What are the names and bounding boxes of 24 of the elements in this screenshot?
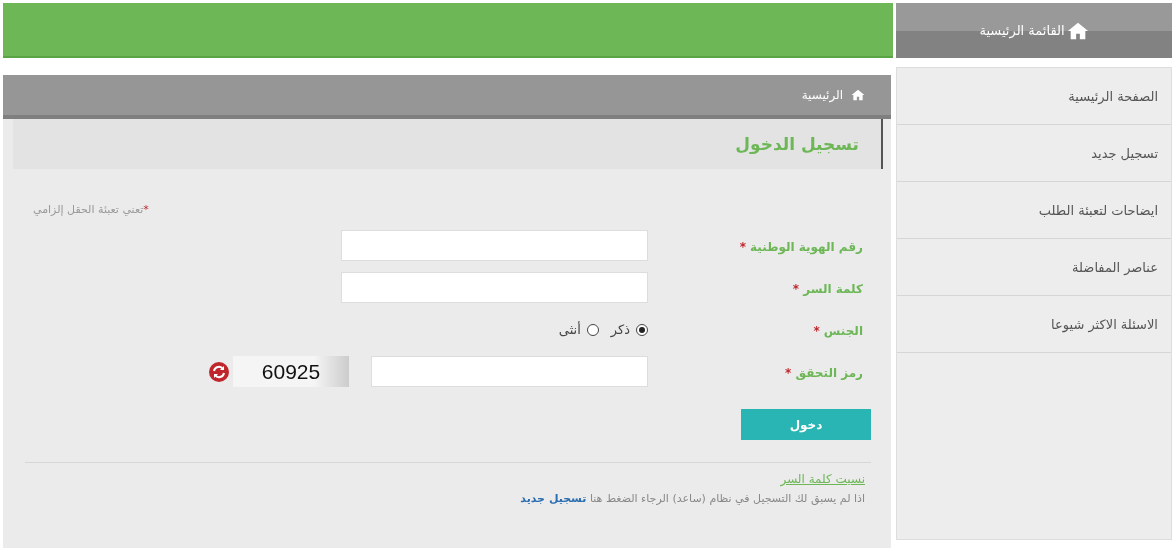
field-label: الجنس * bbox=[813, 324, 863, 338]
required-note: * تعني تعبئة الحقل إلزامي bbox=[33, 203, 149, 216]
radio-label: أنثى bbox=[558, 322, 581, 337]
page-title: تسجيل الدخول bbox=[735, 134, 859, 154]
sidebar-item[interactable]: تسجيل جديد bbox=[897, 125, 1171, 182]
radio-button[interactable] bbox=[636, 323, 648, 336]
home-icon bbox=[851, 88, 865, 102]
id-number-field[interactable] bbox=[341, 230, 648, 261]
captcha-field[interactable] bbox=[371, 356, 648, 387]
sidebar-item[interactable]: الصفحة الرئيسية bbox=[897, 68, 1171, 125]
radio-button[interactable] bbox=[586, 323, 599, 336]
field-label: رقم الهوية الوطنية * bbox=[739, 240, 863, 254]
refresh-icon[interactable] bbox=[209, 361, 229, 382]
radio-label: ذكر bbox=[610, 322, 630, 337]
password-field[interactable] bbox=[341, 272, 648, 303]
register-link[interactable]: تسجيل جديد bbox=[520, 492, 587, 505]
register-text: اذا لم يسبق لك التسجيل في نظام (ساعد) الرجاء الضغط هنا تسجيل جديد bbox=[519, 492, 865, 505]
field-label: كلمة السر * bbox=[792, 282, 863, 296]
field-label: رمز التحقق * bbox=[784, 366, 863, 380]
menu-title: القائمة الرئيسية bbox=[979, 23, 1065, 38]
sidebar-item[interactable]: الاسئلة الاكثر شيوعا bbox=[897, 296, 1171, 353]
sidebar-item[interactable]: ايضاحات لتعبئة الطلب bbox=[897, 182, 1171, 239]
captcha-image: 60925 bbox=[233, 356, 349, 387]
sidebar-item[interactable]: عناصر المفاضلة bbox=[897, 239, 1171, 296]
